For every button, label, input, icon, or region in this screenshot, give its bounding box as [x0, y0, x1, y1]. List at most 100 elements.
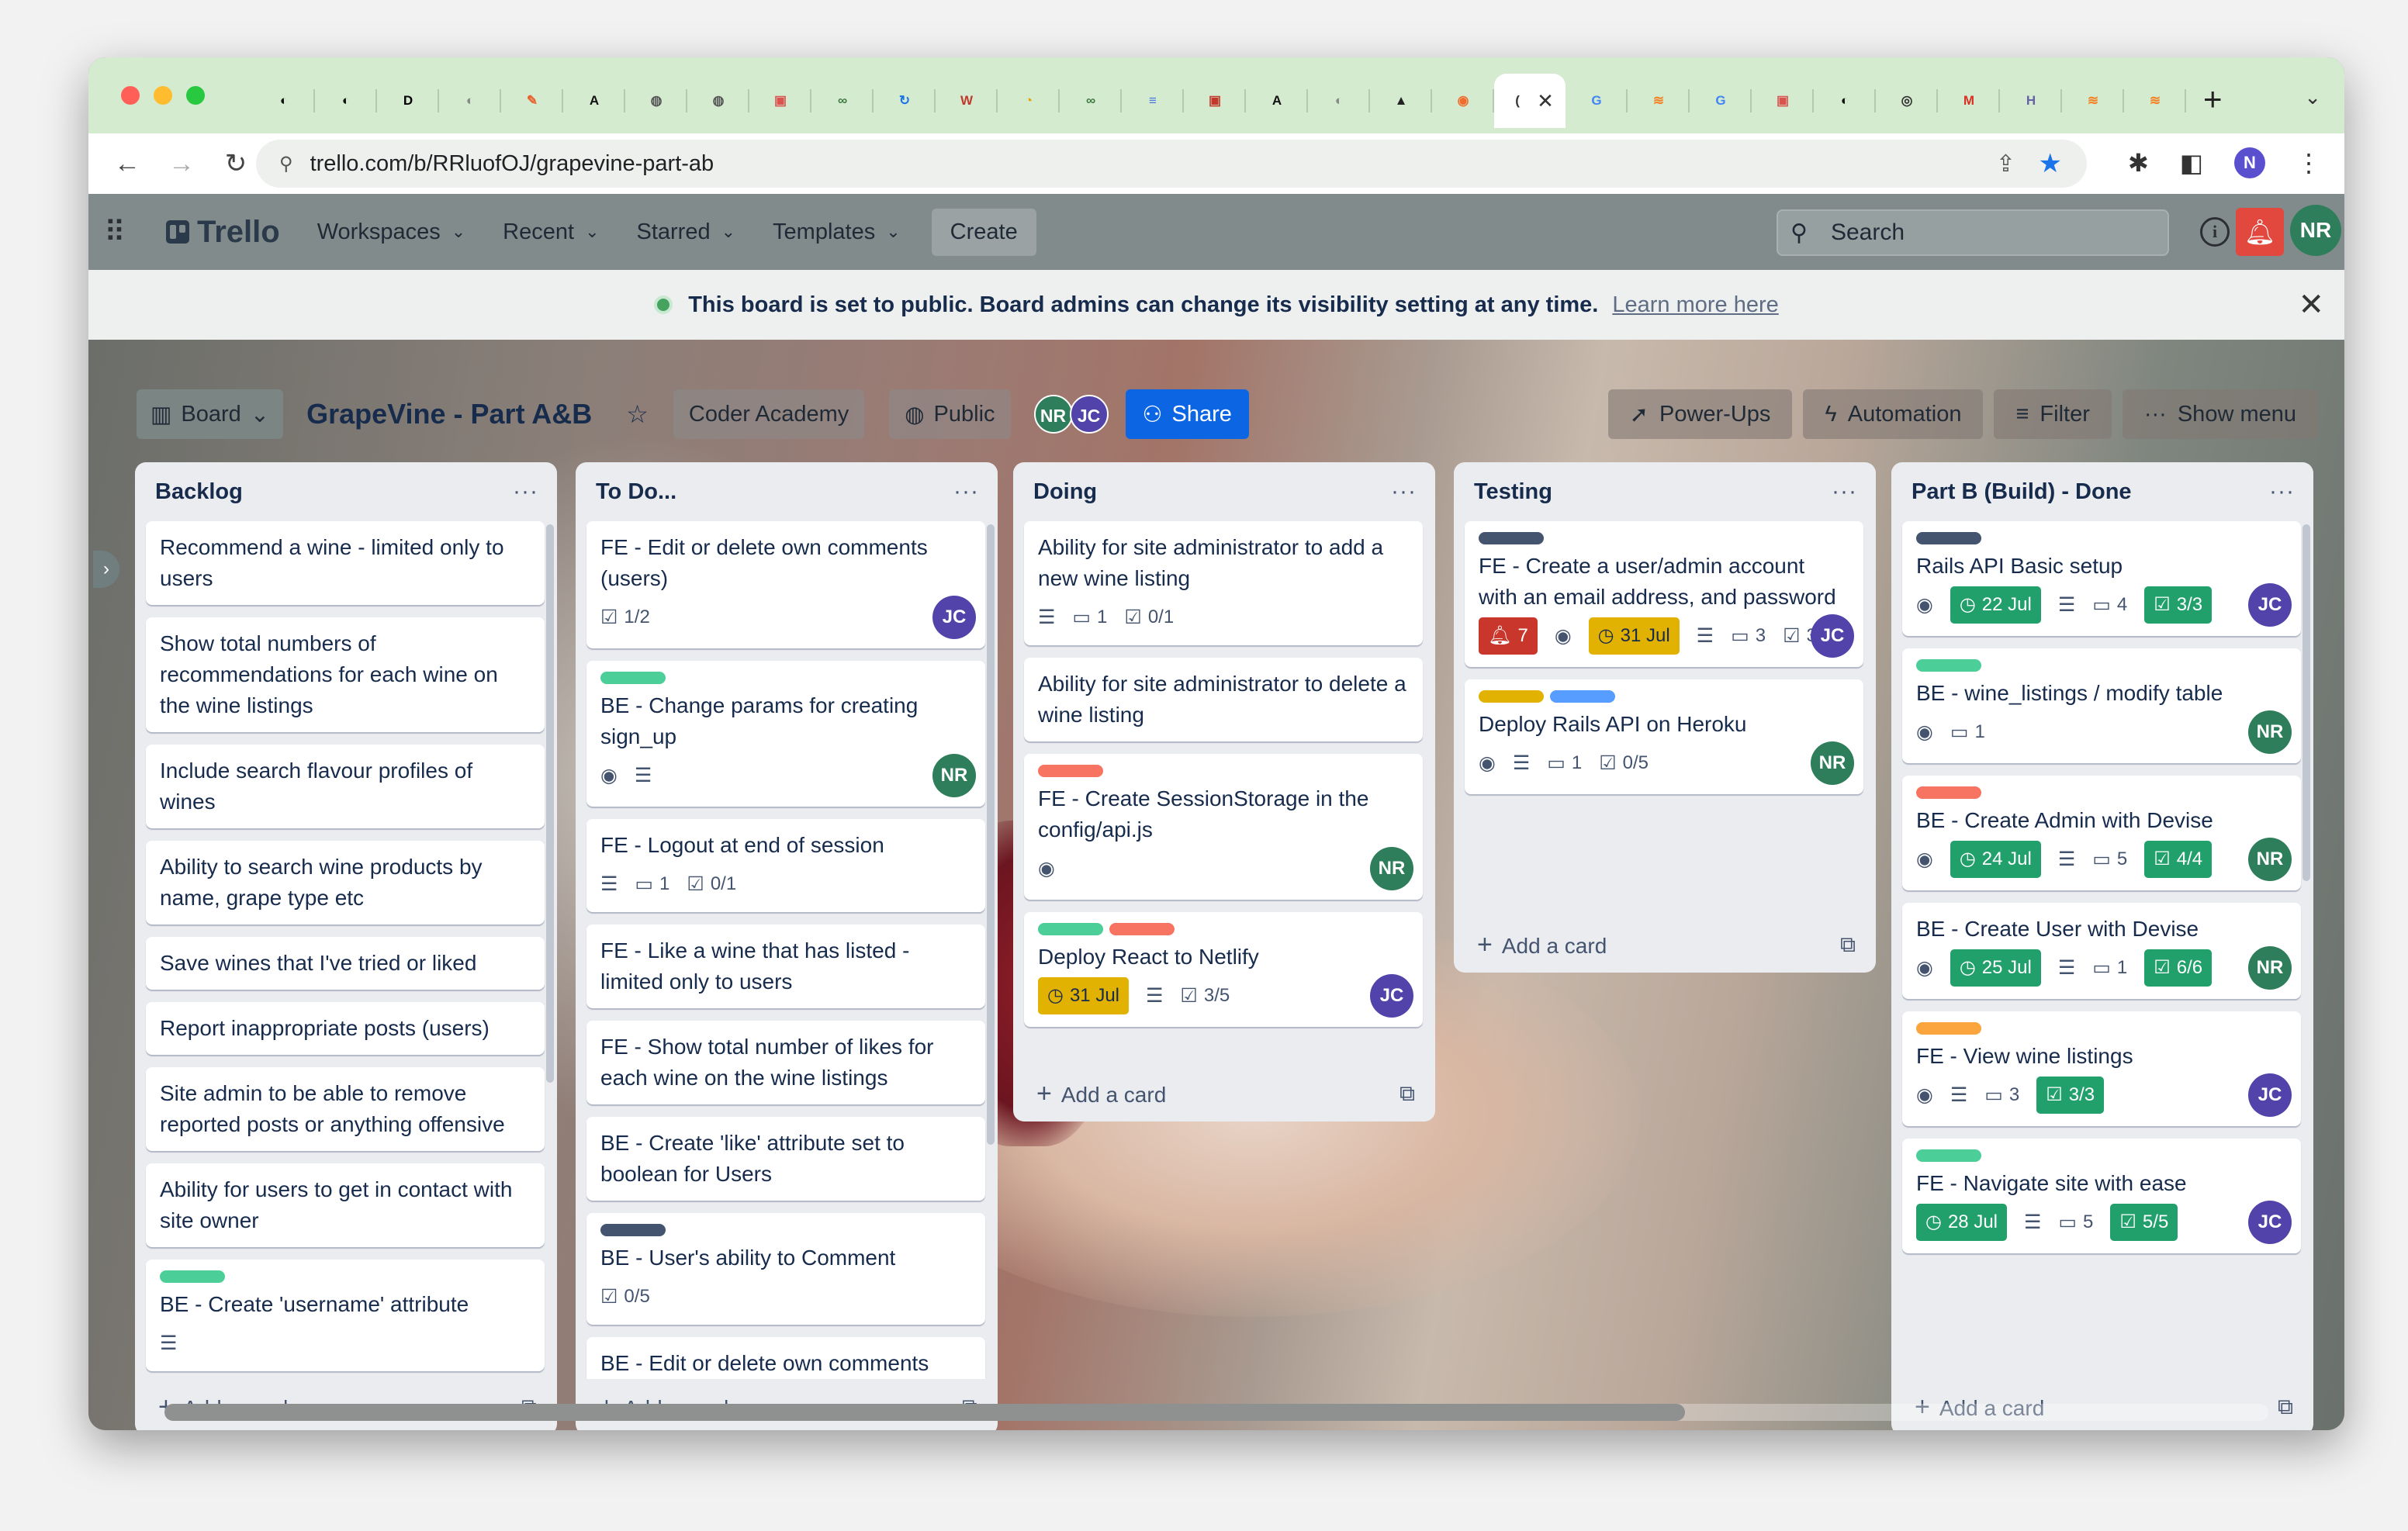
board-view-switcher[interactable]: ▥ Board ⌄ — [137, 389, 284, 439]
browser-menu-icon[interactable]: ⋮ — [2296, 148, 2321, 178]
browser-tab[interactable]: ≋ — [2124, 74, 2186, 128]
browser-tab[interactable]: ≡ — [1122, 74, 1184, 128]
list-title[interactable]: Testing — [1474, 479, 1552, 505]
member-avatar[interactable]: NR — [1033, 395, 1073, 434]
list-menu-icon[interactable]: ··· — [513, 479, 538, 505]
browser-tab[interactable]: ◐ — [439, 74, 501, 128]
card[interactable]: Include search flavour profiles of wines — [146, 745, 545, 828]
browser-tab[interactable]: ∞ — [811, 74, 874, 128]
learn-more-link[interactable]: Learn more here — [1612, 292, 1778, 318]
card[interactable]: Ability to search wine products by name,… — [146, 841, 545, 924]
card-template-icon[interactable]: ⧉ — [1840, 932, 1856, 958]
forward-icon[interactable]: → — [166, 149, 197, 179]
card[interactable]: BE - User's ability to Comment ☑ 0/5 — [586, 1213, 985, 1325]
browser-tab[interactable]: ▣ — [749, 74, 811, 128]
card-member-avatar[interactable]: NR — [2248, 946, 2292, 990]
card[interactable]: Site admin to be able to remove reported… — [146, 1067, 545, 1151]
card-label-green[interactable] — [1916, 1149, 1981, 1162]
templates-menu[interactable]: Templates ⌄ — [773, 219, 901, 245]
list-title[interactable]: Part B (Build) - Done — [1912, 479, 2132, 505]
power-ups-button[interactable]: ➚ Power-Ups — [1607, 389, 1793, 439]
card-member-avatar[interactable]: JC — [1370, 974, 1413, 1018]
card[interactable]: FE - Create SessionStorage in the config… — [1024, 754, 1423, 900]
tab-search-chevron-icon[interactable]: ⌄ — [2304, 85, 2321, 109]
card-label-red[interactable] — [1916, 786, 1981, 799]
new-tab-icon[interactable]: + — [2203, 81, 2223, 118]
browser-tab[interactable]: ◐ — [1308, 74, 1370, 128]
card[interactable]: Report inappropriate posts (users) — [146, 1002, 545, 1055]
card-member-avatar[interactable]: JC — [932, 596, 976, 639]
card[interactable]: FE - Create a user/admin account with an… — [1465, 521, 1863, 667]
profile-avatar[interactable]: N — [2234, 147, 2265, 178]
card-label-orange[interactable] — [1916, 1022, 1981, 1035]
card-template-icon[interactable]: ⧉ — [2278, 1394, 2293, 1420]
visibility-button[interactable]: ◍ Public — [889, 389, 1011, 439]
list-title[interactable]: To Do... — [596, 479, 676, 505]
card-label-yellow[interactable] — [1479, 690, 1544, 703]
card-label-blue[interactable] — [1550, 690, 1615, 703]
search-input[interactable]: ⚲ Search — [1777, 209, 2169, 256]
browser-tab[interactable]: M — [1938, 74, 2000, 128]
scrollbar-thumb[interactable] — [164, 1404, 1685, 1421]
card[interactable]: Save wines that I've tried or liked — [146, 937, 545, 990]
bookmark-star-icon[interactable]: ★ — [2039, 148, 2062, 179]
browser-tab[interactable]: ◐ — [1814, 74, 1876, 128]
board-title[interactable]: GrapeVine - Part A&B — [306, 398, 592, 430]
card[interactable]: BE - wine_listings / modify table ◉ ▭ 1 NR — [1902, 648, 2301, 763]
card-member-avatar[interactable]: NR — [932, 754, 976, 797]
browser-tab[interactable]: ◉ — [1432, 74, 1494, 128]
account-avatar[interactable]: NR — [2290, 205, 2341, 256]
card[interactable]: FE - Edit or delete own comments (users)… — [586, 521, 985, 648]
card-member-avatar[interactable]: NR — [1811, 741, 1854, 785]
card[interactable]: BE - Create Admin with Devise ◉ ◷ 24 Jul ☰ ▭ 5… — [1902, 776, 2301, 890]
card[interactable]: FE - Show total number of likes for each… — [586, 1021, 985, 1104]
browser-tab[interactable]: ◍ — [625, 74, 687, 128]
star-board-icon[interactable]: ☆ — [626, 399, 649, 429]
create-button[interactable]: Create — [931, 208, 1036, 256]
automation-button[interactable]: ϟ Automation — [1803, 389, 1984, 439]
browser-tab[interactable]: G — [1566, 74, 1628, 128]
card-member-avatar[interactable]: JC — [1811, 614, 1854, 658]
card[interactable]: BE - Change params for creating sign_up ◉… — [586, 661, 985, 807]
card-label-green[interactable] — [1916, 659, 1981, 672]
browser-tab[interactable]: H — [2000, 74, 2062, 128]
card-label-red[interactable] — [1038, 765, 1103, 777]
card[interactable]: Ability for users to get in contact with… — [146, 1163, 545, 1247]
card[interactable]: FE - View wine listings ◉ ☰ ▭ 3 ☑ 3/3 JC — [1902, 1011, 2301, 1126]
notifications-bell-icon[interactable]: 🔔︎ — [2236, 208, 2284, 256]
add-card-button[interactable]: + Add a card ⧉ — [1013, 1066, 1435, 1121]
share-page-icon[interactable]: ⇪ — [1996, 150, 2015, 178]
browser-tab[interactable]: ∞ — [1060, 74, 1122, 128]
card[interactable]: Deploy Rails API on Heroku ◉ ☰ ▭ 1 ☑ 0/5 NR — [1465, 679, 1863, 794]
browser-tab[interactable]: ▣ — [1752, 74, 1814, 128]
add-card-button[interactable]: + Add a card ⧉ — [1454, 917, 1876, 973]
card[interactable]: Ability for site administrator to add a … — [1024, 521, 1423, 645]
workspaces-menu[interactable]: Workspaces ⌄ — [317, 219, 465, 245]
card-member-avatar[interactable]: JC — [2248, 1073, 2292, 1117]
omnibox[interactable]: ⚲ trello.com/b/RRluofOJ/grapevine-part-a… — [256, 140, 2087, 188]
browser-tab[interactable]: D — [377, 74, 439, 128]
site-info-icon[interactable]: ⚲ — [279, 153, 293, 175]
card[interactable]: BE - Create 'username' attribute ☰ — [146, 1260, 545, 1371]
recent-menu[interactable]: Recent ⌄ — [503, 219, 599, 245]
list-menu-icon[interactable]: ··· — [1832, 479, 1857, 505]
filter-button[interactable]: ≡ Filter — [1994, 389, 2112, 439]
browser-tab[interactable]: A — [1246, 74, 1308, 128]
zoom-window-button[interactable] — [186, 86, 205, 105]
browser-tab[interactable]: (✕ — [1494, 74, 1566, 128]
card[interactable]: FE - Logout at end of session ☰ ▭ 1 ☑ 0/1 — [586, 819, 985, 912]
card-label-green[interactable] — [600, 672, 666, 684]
card[interactable]: BE - Create 'like' attribute set to bool… — [586, 1117, 985, 1201]
side-panel-icon[interactable]: ◧ — [2180, 148, 2203, 178]
list-menu-icon[interactable]: ··· — [2269, 479, 2295, 505]
expand-sidebar-icon[interactable]: › — [93, 551, 119, 588]
list-menu-icon[interactable]: ··· — [1391, 479, 1417, 505]
browser-tab[interactable]: G — [1690, 74, 1752, 128]
card-member-avatar[interactable]: JC — [2248, 583, 2292, 627]
list-scrollbar[interactable] — [987, 524, 995, 1145]
extensions-icon[interactable]: ✱ — [2128, 148, 2149, 178]
card[interactable]: Ability for site administrator to delete… — [1024, 658, 1423, 741]
card-label-dark[interactable] — [1479, 532, 1544, 544]
card[interactable]: Recommend a wine - limited only to users — [146, 521, 545, 605]
card-template-icon[interactable]: ⧉ — [1399, 1081, 1415, 1107]
